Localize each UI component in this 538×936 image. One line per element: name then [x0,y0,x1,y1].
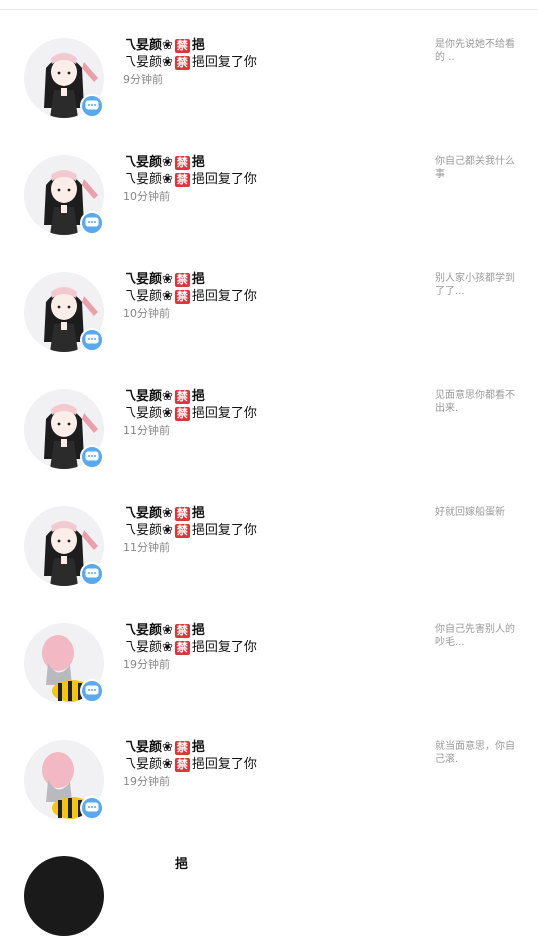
list-item[interactable]: 乁妟颜❀ 禁挹 乁妟颜❀ 禁挹回复了你 9分钟前 是你先说她不给看的 .. [0,10,538,127]
message-preview[interactable]: 是你先说她不给看的 .. [435,38,515,64]
partial-list-item[interactable]: 挹 [0,829,538,936]
partial-nickname: 挹 [175,857,189,872]
reply-notice: 乁妟颜❀ 禁挹回复了你 [123,756,423,773]
ban-badge: 禁 [174,289,190,304]
list-item[interactable]: 乁妟颜❀ 禁挹 乁妟颜❀ 禁挹回复了你 11分钟前 好就回嫁船蛋新 [0,478,538,595]
reply-notice: 乁妟颜❀ 禁挹回复了你 [123,639,423,656]
nickname-part: 乁妟颜❀ [123,289,173,304]
ban-badge: 禁 [174,172,190,187]
top-divider [0,0,538,10]
timestamp: 10分钟前 [123,307,170,320]
reply-text: 挹回复了你 [191,757,257,772]
timestamp: 11分钟前 [123,424,170,437]
comment-badge-icon [80,679,104,703]
item-text-block: 乁妟颜❀ 禁挹 乁妟颜❀ 禁挹回复了你 9分钟前 [123,37,423,88]
ban-badge: 禁 [174,155,190,170]
nickname-part: 乁妟颜❀ [123,55,173,70]
list-item[interactable]: 乁妟颜❀ 禁挹 乁妟颜❀ 禁挹回复了你 10分钟前 你自己都关我什么事 [0,127,538,244]
timestamp: 9分钟前 [123,73,163,86]
nickname-part: 乁妟颜❀ [123,155,173,170]
nickname[interactable]: 乁妟颜❀ 禁挹 [123,271,423,288]
comment-badge-icon [80,328,104,352]
notification-list: 乁妟颜❀ 禁挹 乁妟颜❀ 禁挹回复了你 9分钟前 是你先说她不给看的 .. 乁妟颜❀… [0,10,538,829]
comment-badge-icon [80,211,104,235]
nickname[interactable]: 乁妟颜❀ 禁挹 [123,37,423,54]
nickname[interactable]: 乁妟颜❀ 禁挹 [123,388,423,405]
nickname[interactable]: 乁妟颜❀ 禁挹 [123,622,423,639]
comment-badge-icon [80,445,104,469]
nickname-part: 乁妟颜❀ [123,740,173,755]
nickname-part: 挹 [191,623,205,638]
message-preview[interactable]: 别人家小孩都学到了了... [435,272,515,298]
ban-badge: 禁 [174,740,190,755]
avatar[interactable] [24,856,104,936]
reply-text: 挹回复了你 [191,289,257,304]
item-text-block: 乁妟颜❀ 禁挹 乁妟颜❀ 禁挹回复了你 10分钟前 [123,154,423,205]
message-preview[interactable]: 就当面意思，你自己滚. [435,740,515,766]
list-item[interactable]: 乁妟颜❀ 禁挹 乁妟颜❀ 禁挹回复了你 10分钟前 别人家小孩都学到了了... [0,244,538,361]
nickname-part: 乁妟颜❀ [123,38,173,53]
reply-text: 挹回复了你 [191,640,257,655]
reply-notice: 乁妟颜❀ 禁挹回复了你 [123,522,423,539]
nickname-part: 挹 [191,38,205,53]
reply-text: 挹回复了你 [191,523,257,538]
ban-badge: 禁 [174,38,190,53]
nickname-part: 乁妟颜❀ [123,640,173,655]
item-text-block: 乁妟颜❀ 禁挹 乁妟颜❀ 禁挹回复了你 11分钟前 [123,388,423,439]
item-text-block: 乁妟颜❀ 禁挹 乁妟颜❀ 禁挹回复了你 19分钟前 [123,739,423,790]
nickname-part: 挹 [191,506,205,521]
reply-text: 挹回复了你 [191,406,257,421]
item-text-block: 乁妟颜❀ 禁挹 乁妟颜❀ 禁挹回复了你 11分钟前 [123,505,423,556]
nickname[interactable]: 乁妟颜❀ 禁挹 [123,154,423,171]
nickname[interactable]: 乁妟颜❀ 禁挹 [123,739,423,756]
nickname-part: 乁妟颜❀ [123,389,173,404]
comment-badge-icon [80,94,104,118]
ban-badge: 禁 [174,406,190,421]
message-preview[interactable]: 好就回嫁船蛋新 [435,506,515,519]
item-text-block: 乁妟颜❀ 禁挹 乁妟颜❀ 禁挹回复了你 19分钟前 [123,622,423,673]
message-preview[interactable]: 见面意思你都看不出来. [435,389,515,415]
nickname-part: 挹 [191,389,205,404]
ban-badge: 禁 [174,55,190,70]
reply-text: 挹回复了你 [191,172,257,187]
ban-badge: 禁 [174,506,190,521]
nickname-part: 挹 [191,740,205,755]
comment-badge-icon [80,562,104,586]
list-item[interactable]: 乁妟颜❀ 禁挹 乁妟颜❀ 禁挹回复了你 19分钟前 就当面意思，你自己滚. [0,712,538,829]
ban-badge: 禁 [174,389,190,404]
reply-notice: 乁妟颜❀ 禁挹回复了你 [123,54,423,71]
comment-badge-icon [80,796,104,820]
reply-notice: 乁妟颜❀ 禁挹回复了你 [123,288,423,305]
nickname[interactable]: 乁妟颜❀ 禁挹 [123,505,423,522]
timestamp: 19分钟前 [123,658,170,671]
nickname-part: 乁妟颜❀ [123,406,173,421]
ban-badge: 禁 [174,623,190,638]
nickname-part: 乁妟颜❀ [123,623,173,638]
reply-notice: 乁妟颜❀ 禁挹回复了你 [123,405,423,422]
nickname-part: 乁妟颜❀ [123,172,173,187]
ban-badge: 禁 [174,640,190,655]
ban-badge: 禁 [174,523,190,538]
ban-badge: 禁 [174,272,190,287]
ban-badge: 禁 [174,757,190,772]
nickname-part: 挹 [191,155,205,170]
nickname-part: 乁妟颜❀ [123,506,173,521]
list-item[interactable]: 乁妟颜❀ 禁挹 乁妟颜❀ 禁挹回复了你 11分钟前 见面意思你都看不出来. [0,361,538,478]
nickname-part: 挹 [191,272,205,287]
timestamp: 10分钟前 [123,190,170,203]
reply-notice: 乁妟颜❀ 禁挹回复了你 [123,171,423,188]
timestamp: 19分钟前 [123,775,170,788]
nickname-part: 乁妟颜❀ [123,757,173,772]
list-item[interactable]: 乁妟颜❀ 禁挹 乁妟颜❀ 禁挹回复了你 19分钟前 你自己先害别人的吵毛... [0,595,538,712]
item-text-block: 乁妟颜❀ 禁挹 乁妟颜❀ 禁挹回复了你 10分钟前 [123,271,423,322]
reply-text: 挹回复了你 [191,55,257,70]
nickname-part: 乁妟颜❀ [123,272,173,287]
nickname-part: 乁妟颜❀ [123,523,173,538]
message-preview[interactable]: 你自己都关我什么事 [435,155,515,181]
message-preview[interactable]: 你自己先害别人的吵毛... [435,623,515,649]
timestamp: 11分钟前 [123,541,170,554]
